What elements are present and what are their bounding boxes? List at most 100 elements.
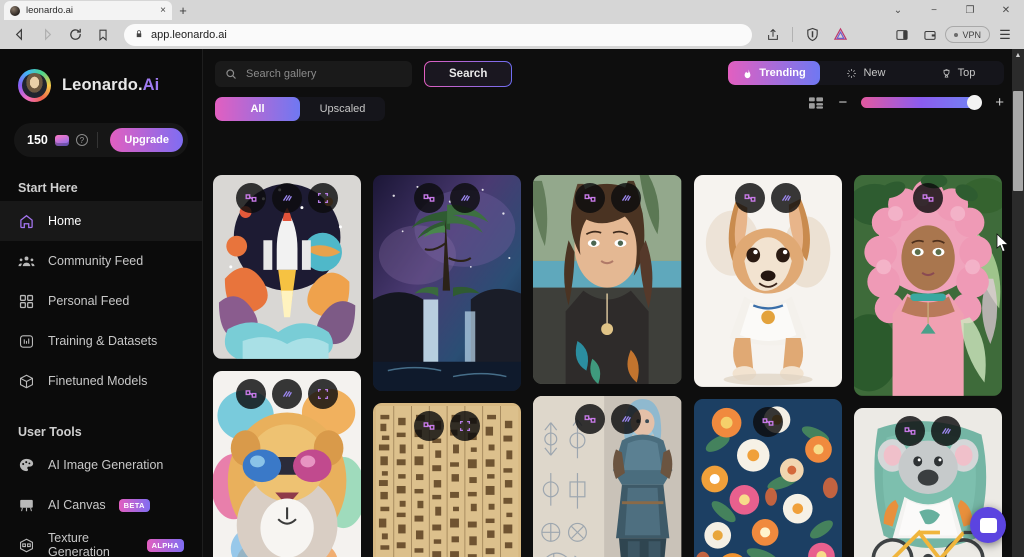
motion-icon[interactable] xyxy=(770,183,801,213)
card-action-group xyxy=(854,415,1002,446)
sidebar-item-finetuned-models[interactable]: Finetuned Models xyxy=(0,361,202,401)
gallery-card-pink-hair-fairy-portrait[interactable] xyxy=(853,175,1003,396)
share-icon[interactable] xyxy=(760,23,786,47)
canvas-icon xyxy=(18,497,35,514)
close-tab-icon[interactable]: × xyxy=(160,5,166,16)
card-action-group xyxy=(373,411,521,442)
upgrade-button[interactable]: Upgrade xyxy=(110,128,183,152)
card-action-group xyxy=(694,183,842,213)
remix-icon[interactable] xyxy=(236,183,267,213)
zoom-out-button[interactable]: − xyxy=(838,95,847,110)
sidebar-item-label: Texture Generation xyxy=(48,531,110,557)
sidebar-item-ai-image-generation[interactable]: AI Image Generation xyxy=(0,445,202,485)
brand-name: Leonardo.Ai xyxy=(62,75,160,94)
remix-icon[interactable] xyxy=(752,406,783,437)
tab-new[interactable]: New xyxy=(820,61,912,85)
leonardo-logo-icon xyxy=(18,68,51,102)
sidebar-item-community-feed[interactable]: Community Feed xyxy=(0,241,202,281)
remix-icon[interactable] xyxy=(734,183,765,213)
gallery-card-woman-beach-portrait[interactable] xyxy=(533,175,682,384)
sidebar-item-training-datasets[interactable]: Training & Datasets xyxy=(0,321,202,361)
motion-icon[interactable] xyxy=(450,183,481,213)
reload-button[interactable] xyxy=(62,23,88,47)
sidebar-item-ai-canvas[interactable]: AI Canvas BETA xyxy=(0,485,202,525)
remix-icon[interactable] xyxy=(414,411,445,442)
tab-search-icon[interactable]: ⌄ xyxy=(880,0,916,20)
chat-widget-button[interactable] xyxy=(970,507,1006,543)
token-icon xyxy=(54,134,69,146)
bookmark-icon[interactable] xyxy=(90,23,116,47)
gallery-card-floral-pattern-blue[interactable] xyxy=(693,398,842,557)
tab-upscaled[interactable]: Upscaled xyxy=(300,97,385,121)
gallery-column xyxy=(373,175,522,557)
back-button[interactable] xyxy=(6,23,32,47)
sidebar-item-label: AI Image Generation xyxy=(48,458,164,472)
toolbar-divider xyxy=(792,27,794,42)
new-tab-button[interactable]: + xyxy=(172,1,194,20)
scrollbar-thumb[interactable] xyxy=(1013,91,1023,191)
close-window-button[interactable]: ✕ xyxy=(988,0,1024,20)
card-action-group xyxy=(533,403,681,434)
zoom-in-button[interactable]: + xyxy=(995,95,1004,110)
sidebar-item-texture-generation[interactable]: Texture Generation ALPHA xyxy=(0,525,202,557)
card-action-group xyxy=(213,183,361,213)
motion-icon[interactable] xyxy=(930,415,961,446)
motion-icon[interactable] xyxy=(610,183,641,213)
question-icon[interactable]: ? xyxy=(75,134,88,146)
card-action-group xyxy=(694,406,842,437)
browser-menu-button[interactable]: ☰ xyxy=(992,23,1018,47)
trophy-icon xyxy=(943,68,950,78)
sidebar-icon[interactable] xyxy=(889,23,915,47)
page-scrollbar[interactable]: ▲ xyxy=(1012,49,1024,557)
search-input[interactable] xyxy=(246,68,402,80)
brave-shields-icon[interactable] xyxy=(799,23,825,47)
zoom-slider-knob[interactable] xyxy=(967,95,983,110)
palette-icon xyxy=(18,457,35,474)
gallery-card-chihuahua-watercolor[interactable] xyxy=(693,175,842,387)
scroll-up-arrow[interactable]: ▲ xyxy=(1012,49,1024,61)
leonardo-favicon-icon xyxy=(10,5,20,16)
motion-icon[interactable] xyxy=(272,183,303,213)
forward-button[interactable] xyxy=(34,23,60,47)
maximize-window-button[interactable]: ❐ xyxy=(952,0,988,20)
minimize-window-button[interactable]: − xyxy=(916,0,952,20)
browser-tab[interactable]: leonardo.ai × xyxy=(4,1,172,20)
brand-logo-block[interactable]: Leonardo.Ai xyxy=(0,65,202,105)
gallery-card-lion-sunglasses-watercolor[interactable] xyxy=(213,370,362,557)
upscale-icon[interactable] xyxy=(308,378,339,409)
gallery-card-cosmic-tree-waterfall[interactable] xyxy=(373,175,522,392)
tab-all[interactable]: All xyxy=(215,97,300,121)
sidebar-section-user-tools: User Tools xyxy=(18,425,82,439)
remix-icon[interactable] xyxy=(236,378,267,409)
upscale-icon[interactable] xyxy=(308,183,339,213)
motion-icon[interactable] xyxy=(610,403,641,434)
sidebar-section-start-here: Start Here xyxy=(18,181,78,195)
sidebar-item-home[interactable]: Home xyxy=(0,201,202,241)
remix-icon[interactable] xyxy=(574,403,605,434)
address-bar[interactable]: app.leonardo.ai xyxy=(124,23,753,46)
tab-top[interactable]: Top xyxy=(912,61,1004,85)
search-button[interactable]: Search xyxy=(424,61,512,87)
gallery-card-egyptian-hieroglyph-papyrus[interactable] xyxy=(373,403,522,557)
browser-toolbar-icons: VPN ☰ xyxy=(760,23,1018,47)
layout-grid-icon[interactable] xyxy=(808,96,824,110)
remix-icon[interactable] xyxy=(894,415,925,446)
search-icon xyxy=(226,69,236,79)
flame-icon xyxy=(744,68,751,78)
wallet-icon[interactable] xyxy=(917,23,943,47)
search-input-wrapper[interactable] xyxy=(215,61,412,87)
sidebar-item-personal-feed[interactable]: Personal Feed xyxy=(0,281,202,321)
motion-icon[interactable] xyxy=(272,378,303,409)
upscale-icon[interactable] xyxy=(450,411,481,442)
zoom-slider[interactable] xyxy=(861,95,983,110)
tab-trending[interactable]: Trending xyxy=(728,61,820,85)
gallery-card-blue-hair-warrior-character-sheet[interactable] xyxy=(533,395,682,557)
credits-amount: 150 xyxy=(27,133,48,147)
gallery-card-space-shuttle-launch[interactable] xyxy=(213,175,362,359)
sidebar-item-label: Community Feed xyxy=(48,254,144,268)
remix-icon[interactable] xyxy=(574,183,605,213)
vpn-toggle[interactable]: VPN xyxy=(945,26,990,43)
remix-icon[interactable] xyxy=(912,183,943,213)
brave-rewards-icon[interactable] xyxy=(827,23,853,47)
remix-icon[interactable] xyxy=(414,183,445,213)
